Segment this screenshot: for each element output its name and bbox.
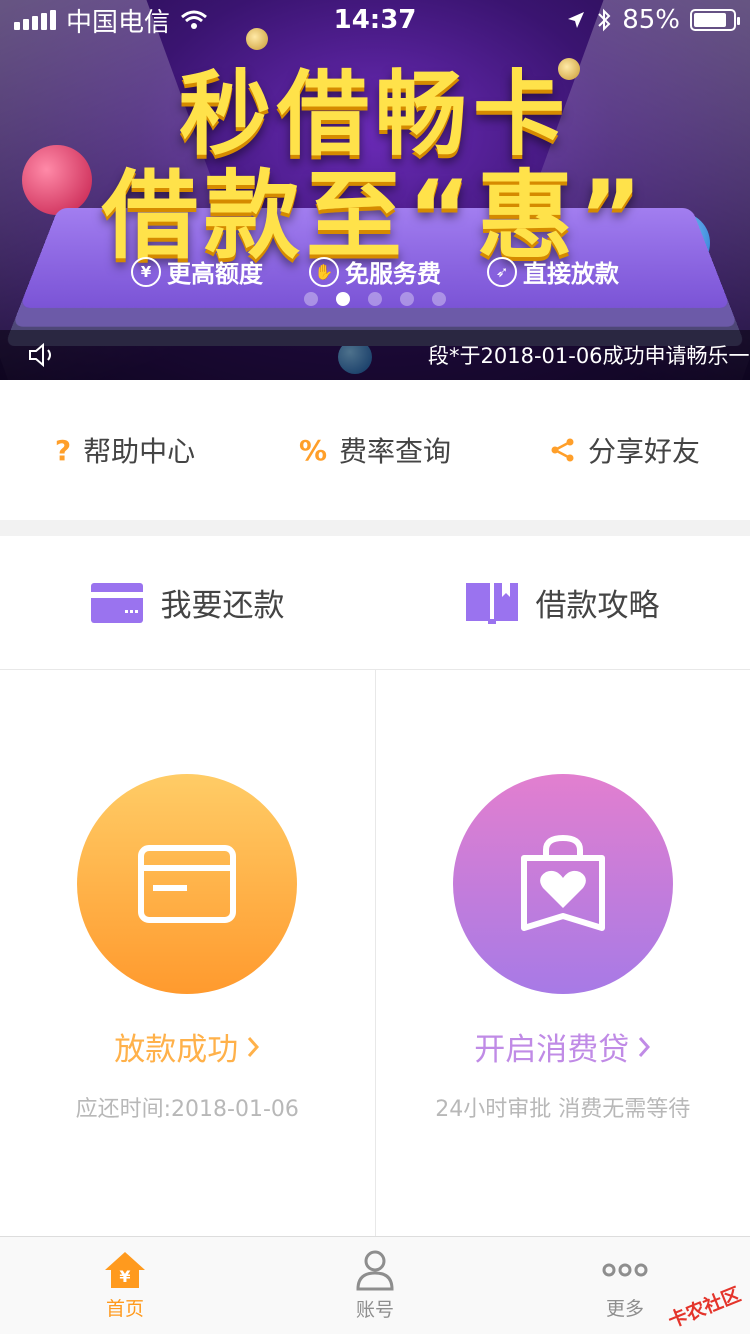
feature-label: 免服务费	[345, 260, 441, 288]
tab-account[interactable]: 账号	[250, 1237, 500, 1334]
loan-status-card[interactable]: 放款成功 应还时间:2018-01-06	[0, 670, 375, 1236]
promo-banner[interactable]: 中国电信 14:37 85% 秒借畅卡 借款至“惠” ¥ 更高额度 ✋ 免服务费…	[0, 0, 750, 380]
chevron-right-icon	[639, 1036, 651, 1057]
tab-label: 账号	[355, 1299, 394, 1321]
status-time: 14:37	[333, 5, 417, 35]
hand-icon: ✋	[309, 256, 339, 287]
card-icon	[138, 845, 237, 923]
carousel-dot[interactable]	[400, 292, 414, 306]
consumer-loan-badge	[452, 774, 673, 994]
share-icon	[551, 438, 574, 462]
card-title-text: 开启消费贷	[474, 1032, 630, 1068]
feature-item: ✋ 免服务费	[309, 254, 441, 289]
quick-link-label: 费率查询	[339, 435, 452, 468]
more-icon	[602, 1263, 648, 1277]
action-label: 我要还款	[160, 588, 285, 624]
share-friends-link[interactable]: 分享好友	[500, 430, 750, 470]
rocket-icon: ➶	[487, 256, 517, 287]
quick-link-label: 分享好友	[587, 435, 700, 468]
feature-label: 直接放款	[523, 260, 619, 288]
user-icon	[356, 1250, 394, 1291]
carousel-dot[interactable]	[432, 292, 446, 306]
status-bar: 中国电信 14:37 85%	[0, 0, 750, 40]
quick-links: ? 帮助中心 % 费率查询 分享好友	[0, 380, 750, 520]
tab-bar: ¥ 首页 账号 更多 卡农社区	[0, 1236, 750, 1334]
tab-label: 首页	[105, 1298, 144, 1320]
money-icon: ¥	[131, 256, 161, 287]
svg-text:¥: ¥	[119, 1267, 130, 1286]
quick-link-label: 帮助中心	[83, 435, 196, 468]
carousel-dot[interactable]	[336, 292, 350, 306]
feature-label: 更高额度	[167, 260, 263, 288]
consumer-loan-subtitle: 24小时审批 消费无需等待	[435, 1097, 691, 1122]
card-title-text: 放款成功	[114, 1032, 239, 1068]
loan-status-title[interactable]: 放款成功	[114, 1024, 260, 1069]
battery-icon	[690, 9, 740, 31]
feature-item: ➶ 直接放款	[487, 254, 619, 289]
feature-item: ¥ 更高额度	[131, 254, 263, 289]
tab-more[interactable]: 更多	[500, 1237, 750, 1334]
section-divider	[0, 520, 750, 536]
help-center-link[interactable]: ? 帮助中心	[0, 430, 250, 470]
book-icon	[465, 582, 518, 624]
banner-features: ¥ 更高额度 ✋ 免服务费 ➶ 直接放款	[0, 254, 750, 289]
action-row: 我要还款 借款攻略	[0, 536, 750, 670]
announcement-ticker: 段*于2018-01-06成功申请畅乐一	[0, 330, 750, 380]
consumer-loan-title[interactable]: 开启消费贷	[474, 1024, 651, 1069]
tab-label: 更多	[605, 1298, 644, 1320]
repay-button[interactable]: 我要还款	[0, 580, 375, 625]
tab-home[interactable]: ¥ 首页	[0, 1237, 250, 1334]
card-icon	[90, 582, 143, 623]
shopping-bag-heart-icon	[520, 834, 605, 931]
action-label: 借款攻略	[535, 588, 660, 624]
question-icon: ?	[54, 433, 72, 467]
ticker-text: 段*于2018-01-06成功申请畅乐一	[428, 344, 750, 368]
home-icon: ¥	[105, 1252, 145, 1288]
rate-query-link[interactable]: % 费率查询	[250, 430, 500, 470]
carousel-dot[interactable]	[304, 292, 318, 306]
loan-guide-button[interactable]: 借款攻略	[375, 580, 750, 625]
percent-icon: %	[298, 433, 328, 467]
speaker-icon[interactable]	[28, 342, 58, 368]
loan-status-badge	[77, 774, 298, 994]
carousel-dot[interactable]	[368, 292, 382, 306]
chevron-right-icon	[248, 1036, 260, 1057]
consumer-loan-card[interactable]: 开启消费贷 24小时审批 消费无需等待	[374, 670, 750, 1236]
due-date-text: 应还时间:2018-01-06	[75, 1097, 299, 1122]
carousel-dots[interactable]	[0, 292, 750, 306]
product-cards: 放款成功 应还时间:2018-01-06 开启消费贷 24小时审批 消费无需等待	[0, 670, 750, 1236]
